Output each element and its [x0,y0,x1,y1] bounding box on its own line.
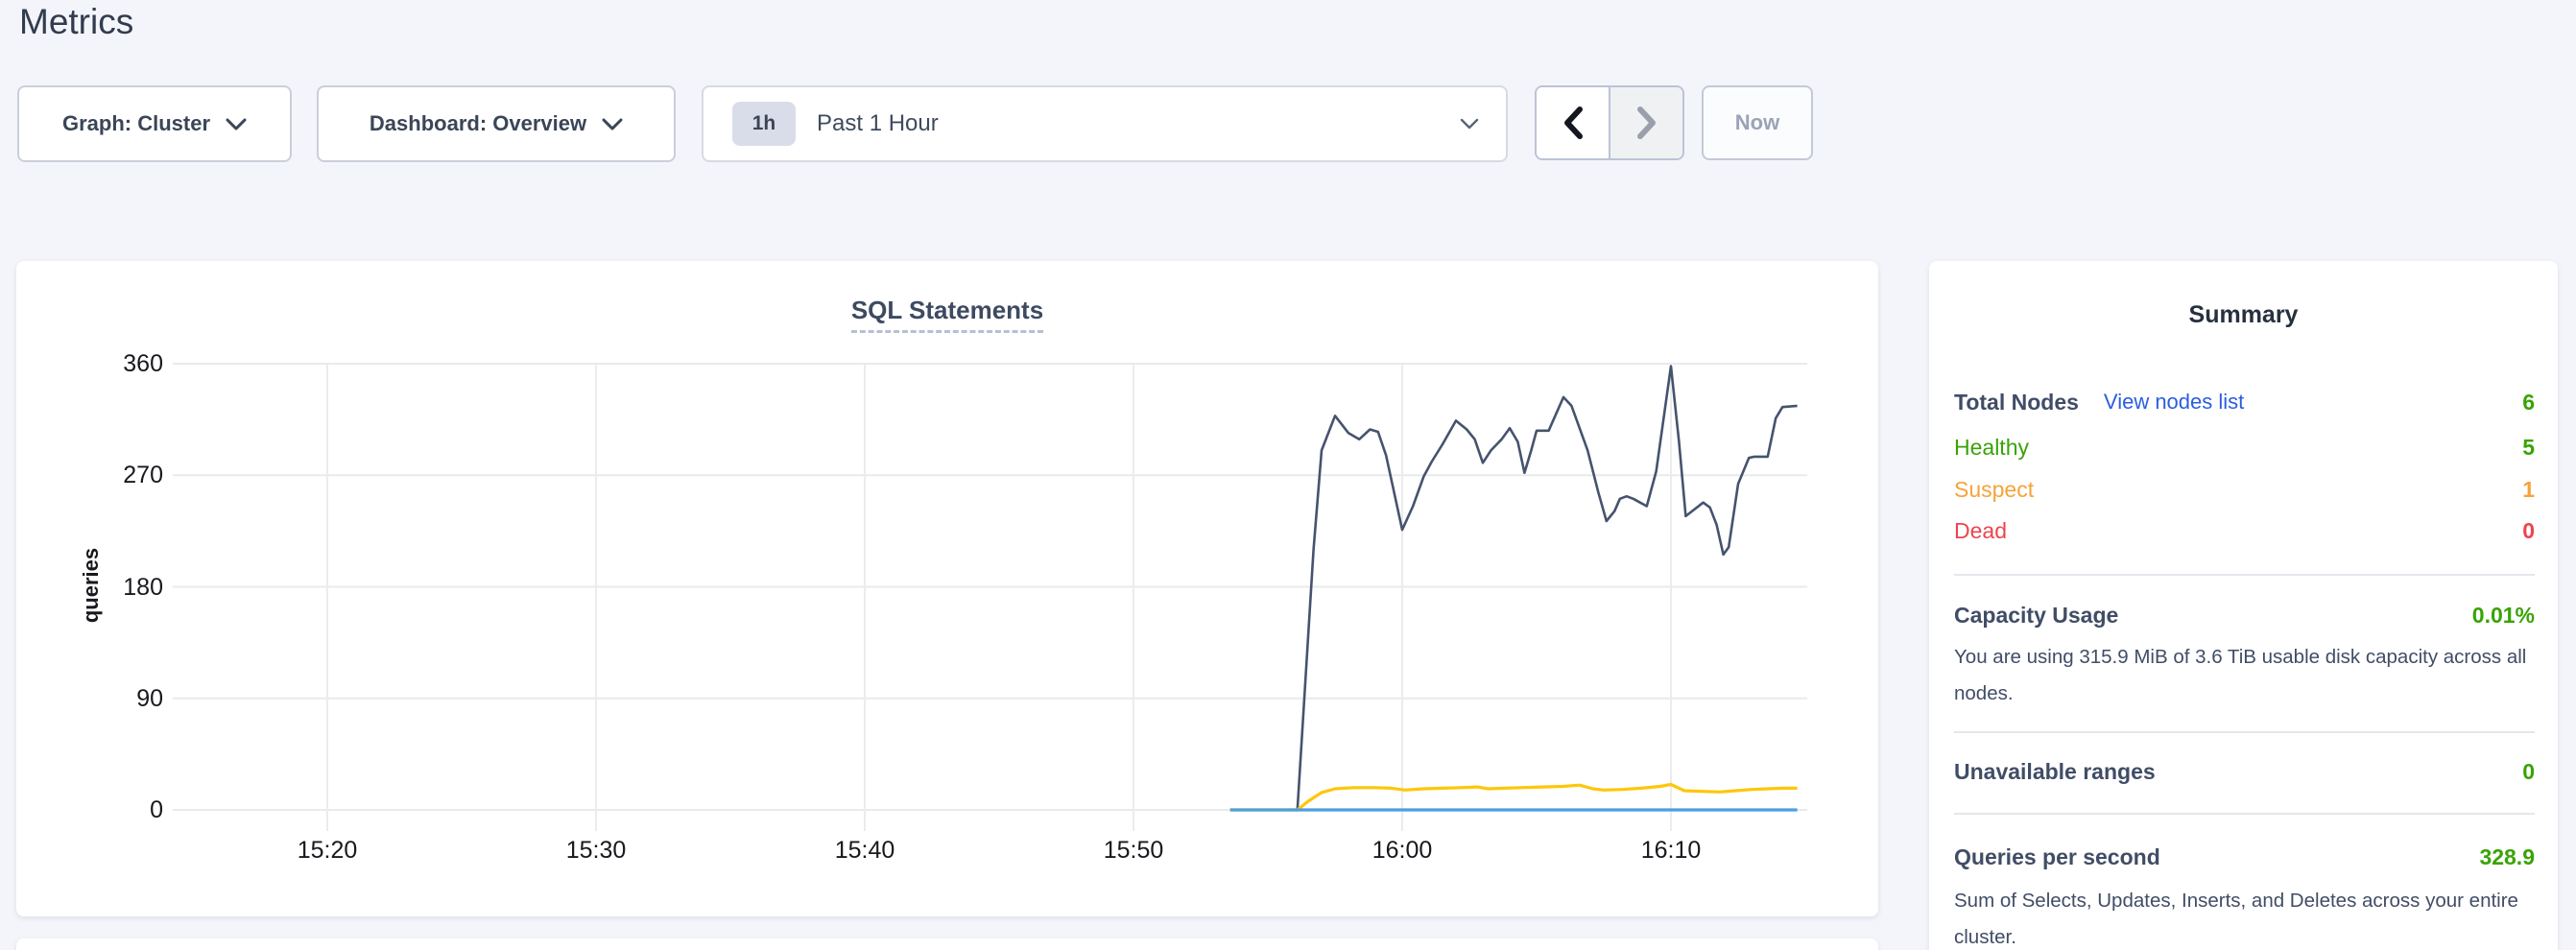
chevron-down-icon [1460,118,1479,130]
next-time-button[interactable] [1610,87,1682,158]
summary-row-healthy: Healthy 5 [1954,426,2535,468]
y-tick-label: 90 [58,683,163,714]
y-tick-label: 180 [58,572,163,603]
total-nodes-label: Total Nodes [1954,390,2079,416]
capacity-usage-label: Capacity Usage [1954,603,2118,629]
next-chart-card [16,938,1878,950]
chart-title[interactable]: SQL Statements [851,296,1043,333]
capacity-usage-value: 0.01% [2472,603,2535,629]
unavailable-ranges-value: 0 [2522,759,2535,785]
graph-dropdown[interactable]: Graph: Cluster [17,85,292,162]
total-nodes-value: 6 [2522,390,2535,416]
dashboard-dropdown[interactable]: Dashboard: Overview [317,85,676,162]
qps-description: Sum of Selects, Updates, Inserts, and De… [1954,883,2530,950]
y-tick-label: 0 [58,795,163,825]
x-tick-label: 15:40 [807,835,922,866]
divider [1954,574,2535,576]
time-step-button-group [1535,85,1684,160]
time-range-selector[interactable]: 1h Past 1 Hour [702,85,1508,162]
y-tick-label: 270 [58,460,163,490]
graph-dropdown-label: Graph: Cluster [62,111,210,136]
x-tick-label: 16:00 [1345,835,1460,866]
summary-row-total-nodes: Total Nodes View nodes list 6 [1954,381,2535,423]
dashboard-dropdown-label: Dashboard: Overview [370,111,586,136]
previous-time-button[interactable] [1537,87,1610,158]
summary-row-unavailable-ranges: Unavailable ranges 0 [1954,750,2535,793]
chevron-down-icon [226,118,247,131]
x-tick-label: 15:20 [270,835,385,866]
divider [1954,731,2535,733]
healthy-label: Healthy [1954,435,2029,461]
capacity-usage-description: You are using 315.9 MiB of 3.6 TiB usabl… [1954,639,2530,712]
summary-title: Summary [1929,297,2558,332]
chevron-down-icon [602,118,623,131]
chevron-right-icon [1636,107,1658,139]
y-tick-label: 360 [58,348,163,379]
page-title: Metrics [19,2,133,42]
summary-panel: Summary Total Nodes View nodes list 6 He… [1929,261,2558,950]
healthy-value: 5 [2522,435,2535,461]
x-tick-label: 15:30 [538,835,654,866]
view-nodes-list-link[interactable]: View nodes list [2104,390,2244,415]
dead-value: 0 [2522,518,2535,544]
divider [1954,813,2535,815]
now-button-label: Now [1735,110,1779,135]
x-tick-label: 16:10 [1613,835,1729,866]
series-dark-blue [1230,367,1798,810]
now-button[interactable]: Now [1702,85,1813,160]
summary-row-dead: Dead 0 [1954,510,2535,552]
suspect-label: Suspect [1954,477,2034,503]
suspect-value: 1 [2522,477,2535,503]
sql-statements-chart-card: SQL Statements queries 09018027036015:20… [16,261,1878,916]
dead-label: Dead [1954,518,2007,544]
summary-row-qps: Queries per second 328.9 [1954,836,2535,878]
chevron-left-icon [1562,107,1584,139]
unavailable-ranges-label: Unavailable ranges [1954,759,2156,785]
time-range-label: Past 1 Hour [817,110,1460,137]
sql-statements-chart [16,261,1878,916]
summary-row-suspect: Suspect 1 [1954,468,2535,511]
time-range-badge: 1h [732,102,796,146]
summary-row-capacity: Capacity Usage 0.01% [1954,594,2535,636]
queries-per-second-value: 328.9 [2479,844,2535,870]
series-yellow [1230,785,1798,811]
queries-per-second-label: Queries per second [1954,844,2160,870]
x-tick-label: 15:50 [1076,835,1191,866]
